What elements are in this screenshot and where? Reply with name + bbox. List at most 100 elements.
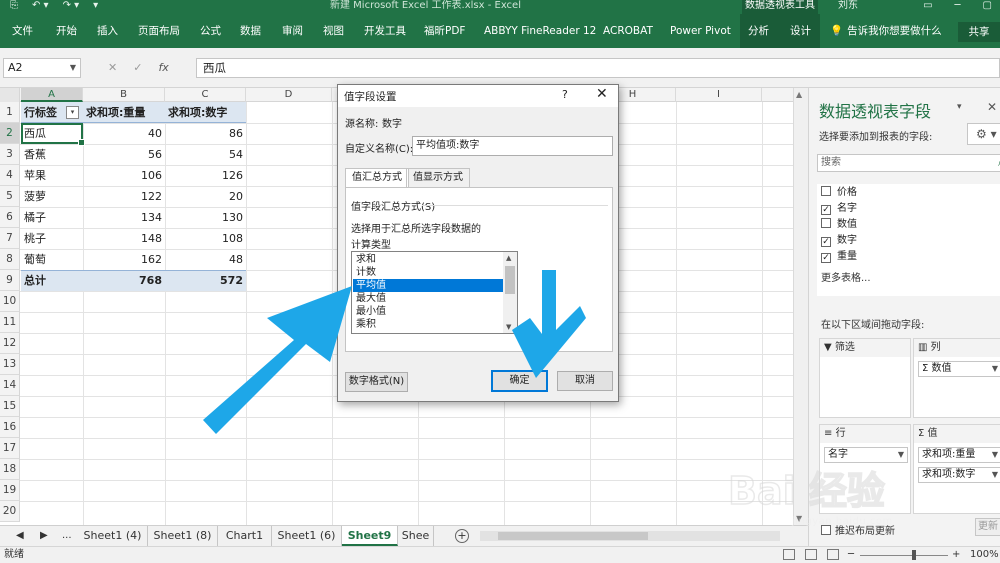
field-item[interactable]: 价格 <box>821 186 857 200</box>
tab-formulas[interactable]: 公式 <box>200 14 221 48</box>
field-item[interactable]: 数值 <box>821 218 857 232</box>
enter-icon[interactable]: ✓ <box>133 58 142 78</box>
customize-qat-icon[interactable]: ▾ <box>93 0 98 14</box>
tab-view[interactable]: 视图 <box>323 14 344 48</box>
list-item[interactable]: 乘积 <box>353 318 503 331</box>
row-header[interactable]: 9 <box>0 270 20 291</box>
update-button[interactable]: 更新 <box>975 518 1000 536</box>
zoom-out-icon[interactable]: ─ <box>848 547 854 563</box>
cancel-button[interactable]: 取消 <box>557 371 613 391</box>
column-header[interactable]: C <box>165 88 246 102</box>
pivot-value[interactable]: 86 <box>165 123 246 144</box>
row-header[interactable]: 20 <box>0 501 20 522</box>
sheet-tab[interactable]: Shee <box>398 526 434 546</box>
checkbox[interactable] <box>821 186 831 196</box>
tab-insert[interactable]: 插入 <box>97 14 118 48</box>
row-header[interactable]: 7 <box>0 228 20 249</box>
insert-function-icon[interactable]: fx <box>158 58 168 78</box>
next-sheet-icon[interactable]: ▶ <box>40 526 48 546</box>
scroll-up-icon[interactable]: ▲ <box>796 90 802 99</box>
pivot-row-label[interactable]: 菠萝 <box>21 186 83 207</box>
chevron-down-icon[interactable]: ▼ <box>992 448 998 462</box>
ribbon-display-icon[interactable]: ▭ <box>923 0 932 12</box>
gear-icon[interactable]: ⚙ ▾ <box>967 123 1000 145</box>
tab-foxit-pdf[interactable]: 福昕PDF <box>424 14 465 48</box>
row-header[interactable]: 4 <box>0 165 20 186</box>
pivot-value[interactable]: 130 <box>165 207 246 228</box>
filter-dropdown-icon[interactable]: ▾ <box>66 106 79 119</box>
page-break-view-icon[interactable] <box>827 549 839 560</box>
undo-icon[interactable]: ↶ ▾ <box>32 0 49 14</box>
pivot-value[interactable]: 106 <box>83 165 165 186</box>
page-layout-view-icon[interactable] <box>805 549 817 560</box>
redo-icon[interactable]: ↷ ▾ <box>63 0 80 14</box>
prev-sheet-icon[interactable]: ◀ <box>16 526 24 546</box>
row-header[interactable]: 12 <box>0 333 20 354</box>
column-header[interactable]: D <box>246 88 332 102</box>
zoom-knob[interactable] <box>912 550 916 560</box>
tell-me-box[interactable]: 💡 告诉我你想要做什么 <box>830 14 942 48</box>
field-pill[interactable]: Σ 数值 ▼ <box>918 361 1000 377</box>
ok-button[interactable]: 确定 <box>491 370 548 392</box>
column-header[interactable]: B <box>83 88 165 102</box>
list-item[interactable]: 最大值 <box>353 292 503 305</box>
list-item[interactable]: 最小值 <box>353 305 503 318</box>
calc-type-list[interactable]: 求和 计数 平均值 最大值 最小值 乘积 ▲ ▼ <box>351 251 518 334</box>
row-header[interactable]: 10 <box>0 291 20 312</box>
tab-acrobat[interactable]: ACROBAT <box>603 14 653 48</box>
checkbox-checked[interactable]: ✓ <box>821 253 831 263</box>
zoom-slider[interactable]: ─ + <box>846 547 966 563</box>
pivot-value[interactable]: 108 <box>165 228 246 249</box>
name-box[interactable]: A2 ▼ <box>3 58 81 78</box>
tab-power-pivot[interactable]: Power Pivot <box>670 14 731 48</box>
sheet-tab-active[interactable]: Sheet9 <box>342 526 398 546</box>
help-icon[interactable]: ? <box>562 88 568 101</box>
row-header[interactable]: 19 <box>0 480 20 501</box>
row-header[interactable]: 3 <box>0 144 20 165</box>
pivot-value[interactable]: 56 <box>83 144 165 165</box>
row-header[interactable]: 11 <box>0 312 20 333</box>
list-item-selected[interactable]: 平均值 <box>353 279 503 292</box>
row-header[interactable]: 2 <box>0 123 20 144</box>
row-header[interactable]: 5 <box>0 186 20 207</box>
row-header[interactable]: 18 <box>0 459 20 480</box>
tab-summarize-by[interactable]: 值汇总方式 <box>345 168 409 189</box>
custom-name-input[interactable]: 平均值项:数字 <box>412 136 613 156</box>
add-sheet-button[interactable]: + <box>455 529 469 543</box>
scrollbar-thumb[interactable] <box>505 266 515 294</box>
field-item[interactable]: ✓ 名字 <box>821 202 857 216</box>
tab-review[interactable]: 审阅 <box>282 14 303 48</box>
chevron-down-icon[interactable]: ▼ <box>992 362 998 376</box>
more-tables-link[interactable]: 更多表格... <box>821 272 871 286</box>
chevron-down-icon[interactable]: ▼ <box>992 468 998 482</box>
pivot-value[interactable]: 40 <box>83 123 165 144</box>
pivot-row-label[interactable]: 苹果 <box>21 165 83 186</box>
pivot-value[interactable]: 54 <box>165 144 246 165</box>
pane-options-icon[interactable]: ▾ <box>957 102 962 112</box>
pivot-grand-total-value[interactable]: 768 <box>83 270 165 291</box>
zoom-in-icon[interactable]: + <box>952 547 960 563</box>
sheet-tab[interactable]: Chart1 <box>218 526 272 546</box>
tab-show-values-as[interactable]: 值显示方式 <box>406 168 470 188</box>
column-header[interactable]: A <box>21 88 83 102</box>
row-header[interactable]: 1 <box>0 102 20 123</box>
checkbox[interactable] <box>821 218 831 228</box>
save-icon[interactable]: ⎘ <box>10 0 18 14</box>
tab-home[interactable]: 开始 <box>56 14 77 48</box>
filter-area[interactable]: ▼ 筛选 <box>819 338 911 418</box>
number-format-button[interactable]: 数字格式(N) <box>345 372 408 392</box>
row-header[interactable]: 16 <box>0 417 20 438</box>
tab-file[interactable]: 文件 <box>12 14 33 48</box>
sheet-tab[interactable]: Sheet1 (8) <box>148 526 218 546</box>
cancel-icon[interactable]: ✕ <box>108 58 117 78</box>
tab-data[interactable]: 数据 <box>240 14 261 48</box>
pivot-row-label[interactable]: 葡萄 <box>21 249 83 270</box>
tab-analyze[interactable]: 分析 <box>748 14 769 48</box>
row-header[interactable]: 17 <box>0 438 20 459</box>
row-header[interactable]: 15 <box>0 396 20 417</box>
sheet-tab[interactable]: Sheet1 (4) <box>78 526 148 546</box>
user-name[interactable]: 刘东 <box>838 0 858 12</box>
columns-area[interactable]: ▥ 列 Σ 数值 ▼ <box>913 338 1000 418</box>
pivot-grand-total-label[interactable]: 总计 <box>21 270 83 291</box>
pivot-header-weight-sum[interactable]: 求和项:重量 <box>83 102 165 123</box>
